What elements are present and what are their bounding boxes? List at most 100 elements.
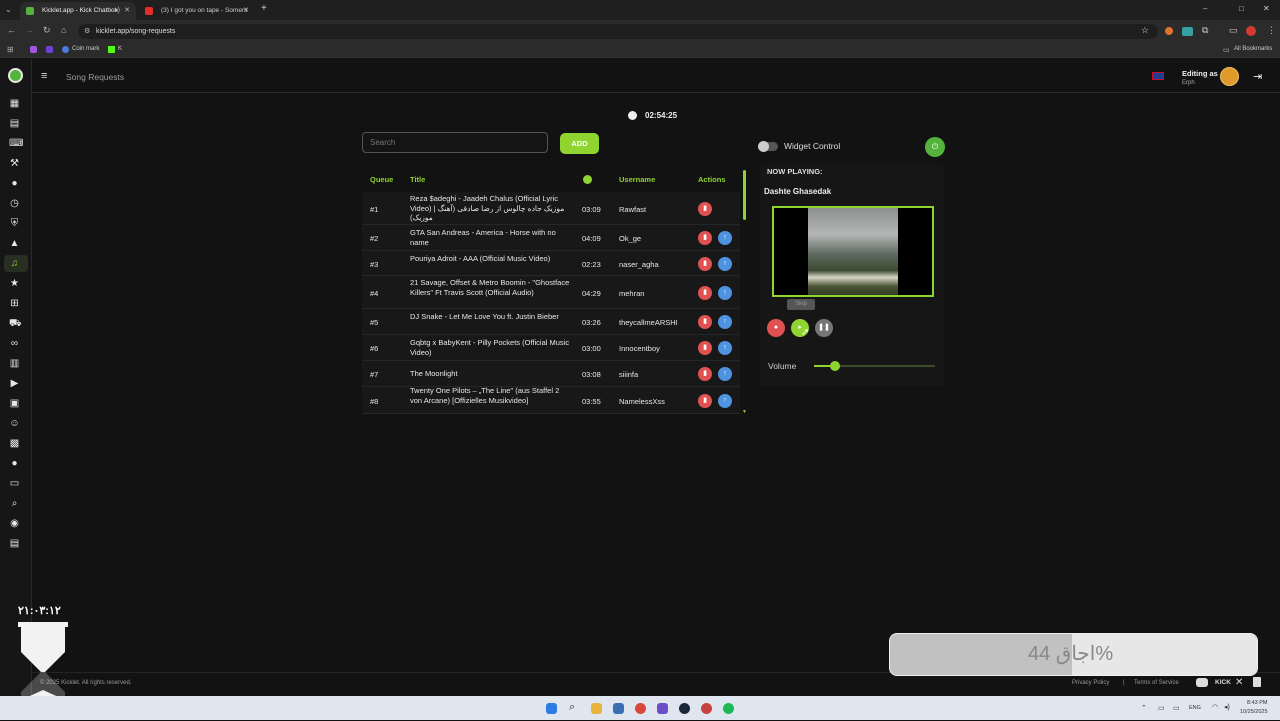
omnibox[interactable] bbox=[78, 24, 1158, 39]
dashboard-icon[interactable]: ▦ bbox=[9, 98, 20, 109]
taskbar-time[interactable]: 8:43 PM bbox=[1247, 700, 1267, 706]
kicklet-logo[interactable] bbox=[8, 68, 23, 83]
volume-slider-handle[interactable] bbox=[829, 361, 840, 371]
sidepanel-icon[interactable]: ▭ bbox=[1229, 25, 1238, 36]
move-up-button[interactable]: ↑ bbox=[718, 231, 732, 245]
taskbar-date[interactable]: 10/25/2025 bbox=[1240, 709, 1268, 715]
monitor-icon[interactable]: ▭ bbox=[9, 478, 20, 489]
maximize-button[interactable]: □ bbox=[1239, 4, 1244, 13]
search-input[interactable] bbox=[362, 132, 548, 153]
tab-kicklet[interactable]: Kicklet.app - Kick Chatbot ◂) ✕ bbox=[20, 2, 136, 20]
tray-icon[interactable]: ▭ bbox=[1158, 704, 1165, 712]
terminal-icon[interactable]: ⌨ bbox=[9, 138, 23, 149]
stop-button[interactable]: ● bbox=[767, 319, 785, 337]
tools-icon[interactable]: ⚒ bbox=[9, 158, 20, 169]
star-icon[interactable]: ★ bbox=[9, 278, 20, 289]
delete-button[interactable]: ▮ bbox=[698, 285, 712, 300]
app-icon[interactable] bbox=[657, 703, 668, 714]
wifi-icon[interactable]: ◠ bbox=[1212, 703, 1218, 711]
docs-icon[interactable] bbox=[1253, 677, 1261, 687]
search-icon[interactable]: ⌕ bbox=[9, 498, 20, 509]
x-twitter-icon[interactable]: ✕ bbox=[1235, 677, 1243, 688]
chrome-icon[interactable] bbox=[635, 703, 646, 714]
extension-icon[interactable] bbox=[1165, 27, 1173, 35]
home-icon[interactable]: ⌂ bbox=[61, 25, 66, 35]
tab-youtube[interactable]: (3) I got you on tape - Somers ✕ bbox=[139, 2, 255, 20]
shield-icon[interactable]: ⛨ bbox=[9, 218, 20, 229]
bookmark-star-icon[interactable]: ☆ bbox=[1141, 25, 1149, 36]
clock-icon[interactable]: ◷ bbox=[9, 198, 20, 209]
close-window-button[interactable]: ✕ bbox=[1263, 4, 1270, 13]
delete-button[interactable]: ▮ bbox=[698, 231, 712, 245]
vscode-icon[interactable] bbox=[613, 703, 624, 714]
kick-logo[interactable]: KICK bbox=[1215, 679, 1231, 686]
terms-of-service-link[interactable]: Terms of Service bbox=[1134, 680, 1179, 686]
extension-icon[interactable] bbox=[1182, 27, 1193, 36]
power-button[interactable]: ⏻ bbox=[925, 137, 945, 157]
url-text[interactable]: kicklet.app/song-requests bbox=[96, 28, 175, 35]
tray-icon[interactable]: ▭ bbox=[1173, 704, 1180, 712]
volume-icon[interactable]: ◂) bbox=[1224, 703, 1230, 711]
back-icon[interactable]: ← bbox=[7, 25, 16, 35]
logout-icon[interactable]: ⇥ bbox=[1253, 70, 1262, 83]
bar-chart-icon[interactable]: ▥ bbox=[9, 358, 20, 369]
warning-icon[interactable]: ▲ bbox=[9, 238, 20, 249]
windows-start-icon[interactable] bbox=[546, 703, 557, 714]
delete-button[interactable]: ▮ bbox=[698, 341, 712, 355]
pause-button[interactable]: ❚❚ bbox=[815, 319, 833, 337]
delete-button[interactable]: ▮ bbox=[698, 367, 712, 381]
chat-icon[interactable]: ● bbox=[9, 178, 20, 189]
privacy-policy-link[interactable]: Privacy Policy bbox=[1072, 680, 1109, 686]
move-up-button[interactable]: ↑ bbox=[718, 393, 732, 408]
new-tab-button[interactable]: + bbox=[261, 3, 267, 14]
user-avatar[interactable] bbox=[1220, 67, 1239, 86]
search-icon[interactable]: ⌕ bbox=[569, 701, 575, 714]
film-icon[interactable]: ▩ bbox=[9, 438, 20, 449]
apps-grid-icon[interactable]: ⊞ bbox=[7, 45, 14, 54]
bookmark-coin-mark[interactable]: Coin mark bbox=[72, 46, 99, 52]
move-up-button[interactable]: ↑ bbox=[718, 315, 732, 329]
move-up-button[interactable]: ↑ bbox=[718, 367, 732, 381]
id-card-icon[interactable]: ▤ bbox=[9, 538, 20, 549]
bookmark-k[interactable]: K bbox=[118, 46, 122, 52]
app-icon[interactable] bbox=[701, 703, 712, 714]
delete-button[interactable]: ▮ bbox=[698, 393, 712, 408]
language-indicator[interactable]: ENG bbox=[1189, 705, 1201, 711]
tray-chevron-icon[interactable]: ⌃ bbox=[1141, 704, 1147, 712]
discord-icon[interactable]: ◉ bbox=[9, 518, 20, 529]
steam-icon[interactable] bbox=[679, 703, 690, 714]
tab-search-chevron-icon[interactable]: ⌄ bbox=[5, 5, 12, 14]
close-tab-icon[interactable]: ✕ bbox=[243, 6, 249, 14]
file-explorer-icon[interactable] bbox=[591, 703, 602, 714]
uk-flag-icon[interactable] bbox=[1152, 72, 1164, 80]
forward-icon[interactable]: → bbox=[25, 25, 34, 35]
spotify-icon[interactable] bbox=[723, 703, 734, 714]
add-button[interactable]: ADD bbox=[560, 133, 599, 154]
smile-icon[interactable]: ☺ bbox=[9, 418, 20, 429]
move-up-button[interactable]: ↑ bbox=[718, 285, 732, 300]
delete-button[interactable]: ▮ bbox=[698, 201, 712, 216]
delete-button[interactable]: ▮ bbox=[698, 315, 712, 329]
scroll-down-arrow-icon[interactable]: ▼ bbox=[742, 409, 747, 415]
close-tab-icon[interactable]: ✕ bbox=[124, 6, 130, 14]
site-info-icon[interactable]: ⚙ bbox=[84, 27, 90, 35]
profile-avatar[interactable] bbox=[1246, 26, 1256, 36]
minimize-button[interactable]: – bbox=[1203, 4, 1207, 13]
bookmark-favicon-icon[interactable] bbox=[30, 46, 37, 53]
bookmark-favicon-icon[interactable] bbox=[46, 46, 53, 53]
extensions-puzzle-icon[interactable]: ⧉ bbox=[1202, 25, 1208, 36]
clipboard-icon[interactable]: ▤ bbox=[9, 118, 20, 129]
gift-icon[interactable]: ⊞ bbox=[9, 298, 20, 309]
table-scrollbar[interactable] bbox=[743, 170, 746, 220]
music-note-icon[interactable]: ♫ bbox=[9, 258, 20, 269]
reload-icon[interactable]: ↻ bbox=[43, 25, 51, 36]
discord-icon[interactable] bbox=[1196, 678, 1208, 687]
move-up-button[interactable]: ↑ bbox=[718, 256, 732, 271]
hamburger-menu-icon[interactable]: ≡ bbox=[41, 70, 47, 82]
link-icon[interactable]: ∞ bbox=[9, 338, 20, 349]
move-up-button[interactable]: ↑ bbox=[718, 341, 732, 355]
all-bookmarks-link[interactable]: All Bookmarks bbox=[1234, 46, 1272, 52]
video-camera-icon[interactable]: ▶ bbox=[9, 378, 20, 389]
browser-menu-icon[interactable]: ⋮ bbox=[1267, 25, 1276, 36]
comment-icon[interactable]: ● bbox=[9, 458, 20, 469]
